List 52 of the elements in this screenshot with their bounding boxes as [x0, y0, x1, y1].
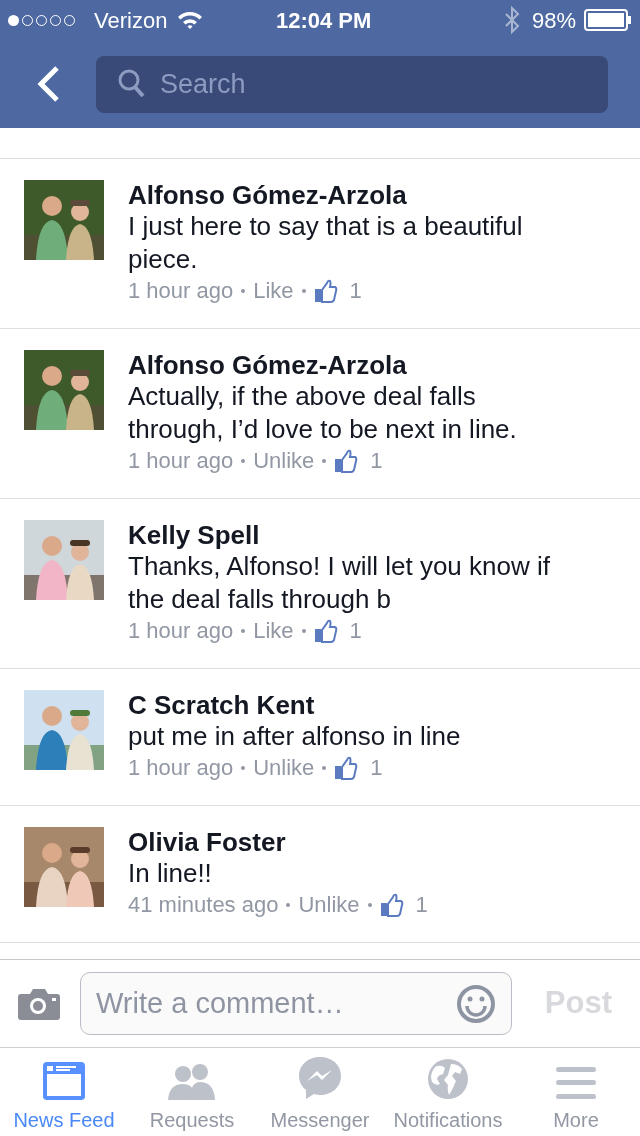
search-field[interactable]: Search [96, 55, 608, 113]
wifi-icon [177, 10, 204, 30]
battery-percent: 98% [531, 6, 576, 35]
news-feed-icon [43, 1062, 85, 1100]
comment-time: 41 minutes ago [128, 891, 279, 919]
author-name[interactable]: Kelly Spell [128, 520, 568, 550]
comment-field[interactable]: Write a comment… [80, 972, 512, 1035]
tab-bar-item[interactable]: Messenger [256, 1048, 384, 1136]
thumbs-up-icon [313, 619, 338, 643]
globe-icon [427, 1058, 469, 1100]
comment-time: 1 hour ago [128, 277, 234, 305]
like-link[interactable]: Like [253, 616, 294, 646]
like-count: 1 [349, 277, 362, 305]
camera-icon[interactable] [18, 987, 60, 1020]
thumbs-up-icon [379, 893, 404, 917]
comment-text: I just here to say that is a beautiful piece. [128, 210, 524, 276]
like-link[interactable]: Unlike [298, 890, 360, 920]
tab-bar-item[interactable]: News Feed [0, 1048, 128, 1136]
comment-time: 1 hour ago [128, 617, 234, 645]
menu-icon [556, 1066, 596, 1100]
like-link[interactable]: Like [253, 276, 294, 306]
messenger-icon [298, 1056, 342, 1100]
like-link[interactable]: Unlike [253, 446, 315, 476]
comment-text: Actually, if the above deal falls through, I’d love to be next in line. [128, 380, 518, 446]
like-count: 1 [370, 447, 383, 475]
thumbs-up-icon [313, 279, 338, 303]
like-link[interactable]: Unlike [253, 753, 315, 783]
search-icon [118, 69, 146, 99]
battery-icon [584, 9, 632, 31]
tab-bar-item[interactable]: Requests [128, 1048, 256, 1136]
comment-time: 1 hour ago [128, 447, 234, 475]
bluetooth-icon [503, 6, 520, 34]
tab-bar-item[interactable]: Notifications [384, 1048, 512, 1136]
comment-text: In line!! [128, 857, 213, 890]
like-count: 1 [370, 754, 383, 782]
back-chevron-icon [35, 65, 61, 103]
smiley-icon[interactable] [456, 983, 496, 1024]
people-icon [168, 1062, 216, 1100]
comment-time: 1 hour ago [128, 754, 234, 782]
comment-text: put me in after alfonso in line [128, 720, 461, 753]
author-name[interactable]: Alfonso Gómez-Arzola [128, 350, 568, 380]
thumbs-up-icon [334, 449, 359, 473]
carrier-name: Verizon [94, 6, 168, 35]
thumbs-up-icon [334, 756, 359, 780]
author-name[interactable]: Alfonso Gómez-Arzola [128, 180, 568, 210]
tab-bar-item[interactable]: More [512, 1048, 640, 1136]
clock-time: 12:04 PM [275, 6, 372, 35]
author-name[interactable]: Olivia Foster [128, 827, 428, 857]
author-name[interactable]: C Scratch Kent [128, 690, 461, 720]
comment-text: Thanks, Alfonso! I will let you know if the deal falls through b [128, 550, 551, 616]
like-count: 1 [415, 891, 428, 919]
like-count: 1 [349, 617, 362, 645]
